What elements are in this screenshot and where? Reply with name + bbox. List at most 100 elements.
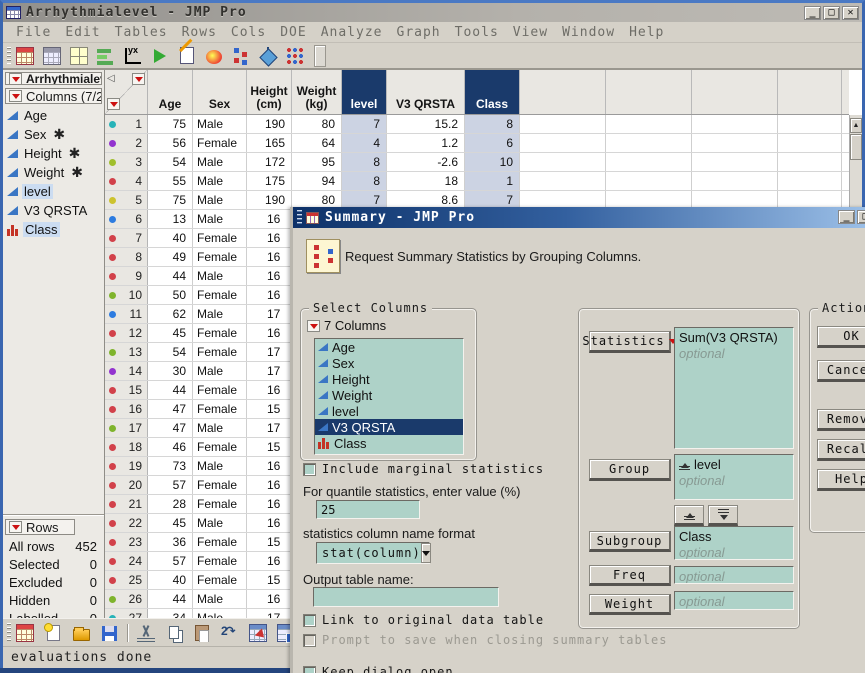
column-header-level[interactable]: level: [342, 70, 387, 114]
maximize-button[interactable]: □: [823, 5, 840, 20]
row-state-dot[interactable]: [109, 349, 116, 356]
table-cell[interactable]: 16: [247, 552, 292, 570]
sort-descending-button[interactable]: [708, 505, 738, 526]
columns-menu-icon[interactable]: [132, 73, 145, 85]
table-cell[interactable]: [692, 115, 778, 133]
row-header[interactable]: 2: [105, 134, 148, 152]
table-row[interactable]: 3 54 Male 172 95 8 -2.6 10: [105, 153, 849, 172]
table-cell[interactable]: Female: [193, 229, 247, 247]
table-cell[interactable]: 17: [247, 362, 292, 380]
name-format-dropdown[interactable]: stat(column): [316, 542, 431, 564]
table-cell[interactable]: 80: [292, 115, 342, 133]
edit-script-icon[interactable]: [177, 46, 197, 66]
cast-column-item[interactable]: Sum(V3 QRSTA): [679, 329, 789, 345]
row-header[interactable]: 11: [105, 305, 148, 323]
table-cell[interactable]: 16: [247, 210, 292, 228]
table-cell[interactable]: Female: [193, 438, 247, 456]
row-state-dot[interactable]: [109, 444, 116, 451]
table-cell[interactable]: 49: [148, 248, 193, 266]
table-cell[interactable]: 36: [148, 533, 193, 551]
dialog-minimize-button[interactable]: _: [838, 210, 855, 224]
table-cell[interactable]: 17: [247, 305, 292, 323]
table-cell[interactable]: Female: [193, 324, 247, 342]
table-cell[interactable]: [778, 153, 842, 171]
table-cell[interactable]: Male: [193, 457, 247, 475]
table-cell[interactable]: Male: [193, 305, 247, 323]
row-header[interactable]: 22: [105, 514, 148, 532]
column-header-age[interactable]: Age: [148, 70, 193, 114]
table-cell[interactable]: 16: [247, 229, 292, 247]
output-name-input[interactable]: [313, 587, 499, 607]
row-state-dot[interactable]: [109, 216, 116, 223]
weight-dropzone[interactable]: optional: [674, 591, 794, 610]
row-state-dot[interactable]: [109, 482, 116, 489]
table-cell[interactable]: 175: [247, 172, 292, 190]
table-cell[interactable]: 45: [148, 324, 193, 342]
freq-dropzone[interactable]: optional: [674, 566, 794, 584]
sidebar-column-weight[interactable]: Weight ✱: [3, 163, 104, 182]
table-cell[interactable]: 8: [342, 172, 387, 190]
subgroup-dropzone[interactable]: Class optional: [674, 526, 794, 560]
row-header[interactable]: 14: [105, 362, 148, 380]
menu-doe[interactable]: DOE: [273, 23, 313, 42]
table-cell[interactable]: 1: [465, 172, 520, 190]
table-cell[interactable]: Female: [193, 286, 247, 304]
sidebar-column-sex[interactable]: Sex ✱: [3, 125, 104, 144]
column-header-empty[interactable]: [692, 70, 778, 114]
link-original-checkbox[interactable]: [303, 613, 316, 627]
column-select-list[interactable]: Age Sex Height Weight level V3 QRSTA Class: [314, 338, 464, 455]
rows-menu-icon[interactable]: [107, 98, 120, 110]
column-header-v3-qrsta[interactable]: V3 QRSTA: [387, 70, 465, 114]
toolbar-grip[interactable]: [7, 47, 11, 64]
table-cell[interactable]: 95: [292, 153, 342, 171]
copy-icon[interactable]: [164, 623, 184, 643]
table-cell[interactable]: 16: [247, 267, 292, 285]
menu-help[interactable]: Help: [622, 23, 671, 42]
table-cell[interactable]: 13: [148, 210, 193, 228]
table-cell[interactable]: 44: [148, 590, 193, 608]
table-cell[interactable]: 16: [247, 476, 292, 494]
table-cell[interactable]: 17: [247, 419, 292, 437]
row-header[interactable]: 17: [105, 419, 148, 437]
red-triangle-icon[interactable]: [9, 90, 22, 102]
table-row[interactable]: 1 75 Male 190 80 7 15.2 8: [105, 115, 849, 134]
table-cell[interactable]: 45: [148, 514, 193, 532]
table-cell[interactable]: 190: [247, 191, 292, 209]
table-cell[interactable]: Male: [193, 419, 247, 437]
tile-windows-icon[interactable]: [69, 46, 89, 66]
table-cell[interactable]: 16: [247, 590, 292, 608]
save-icon[interactable]: [99, 623, 119, 643]
table-cell[interactable]: [520, 153, 606, 171]
menu-tools[interactable]: Tools: [448, 23, 506, 42]
column-header-class[interactable]: Class: [465, 70, 520, 114]
table-cell[interactable]: [606, 172, 692, 190]
summary-stats-icon[interactable]: [42, 46, 62, 66]
new-data-table-icon[interactable]: [15, 46, 35, 66]
row-header[interactable]: 23: [105, 533, 148, 551]
table-cell[interactable]: 62: [148, 305, 193, 323]
menu-edit[interactable]: Edit: [58, 23, 107, 42]
table-cell[interactable]: Male: [193, 590, 247, 608]
table-cell[interactable]: Female: [193, 476, 247, 494]
cut-icon[interactable]: [136, 623, 156, 643]
table-cell[interactable]: Female: [193, 381, 247, 399]
table-cell[interactable]: 16: [247, 457, 292, 475]
table-cell[interactable]: 47: [148, 400, 193, 418]
rows-panel-header[interactable]: Rows: [5, 519, 75, 535]
table-cell[interactable]: [778, 134, 842, 152]
table-cell[interactable]: Female: [193, 533, 247, 551]
table-row[interactable]: 4 55 Male 175 94 8 18 1: [105, 172, 849, 191]
dialog-column-height[interactable]: Height: [315, 371, 463, 387]
column-header-empty[interactable]: [520, 70, 606, 114]
table-cell[interactable]: 4: [342, 134, 387, 152]
table-cell[interactable]: Male: [193, 267, 247, 285]
dialog-titlebar[interactable]: Summary - JMP Pro _ □: [293, 207, 865, 228]
menu-file[interactable]: File: [9, 23, 58, 42]
table-cell[interactable]: [778, 172, 842, 190]
row-state-dot[interactable]: [109, 558, 116, 565]
menu-tables[interactable]: Tables: [108, 23, 175, 42]
table-cell[interactable]: 16: [247, 381, 292, 399]
row-header[interactable]: 25: [105, 571, 148, 589]
row-header[interactable]: 8: [105, 248, 148, 266]
table-cell[interactable]: [606, 153, 692, 171]
